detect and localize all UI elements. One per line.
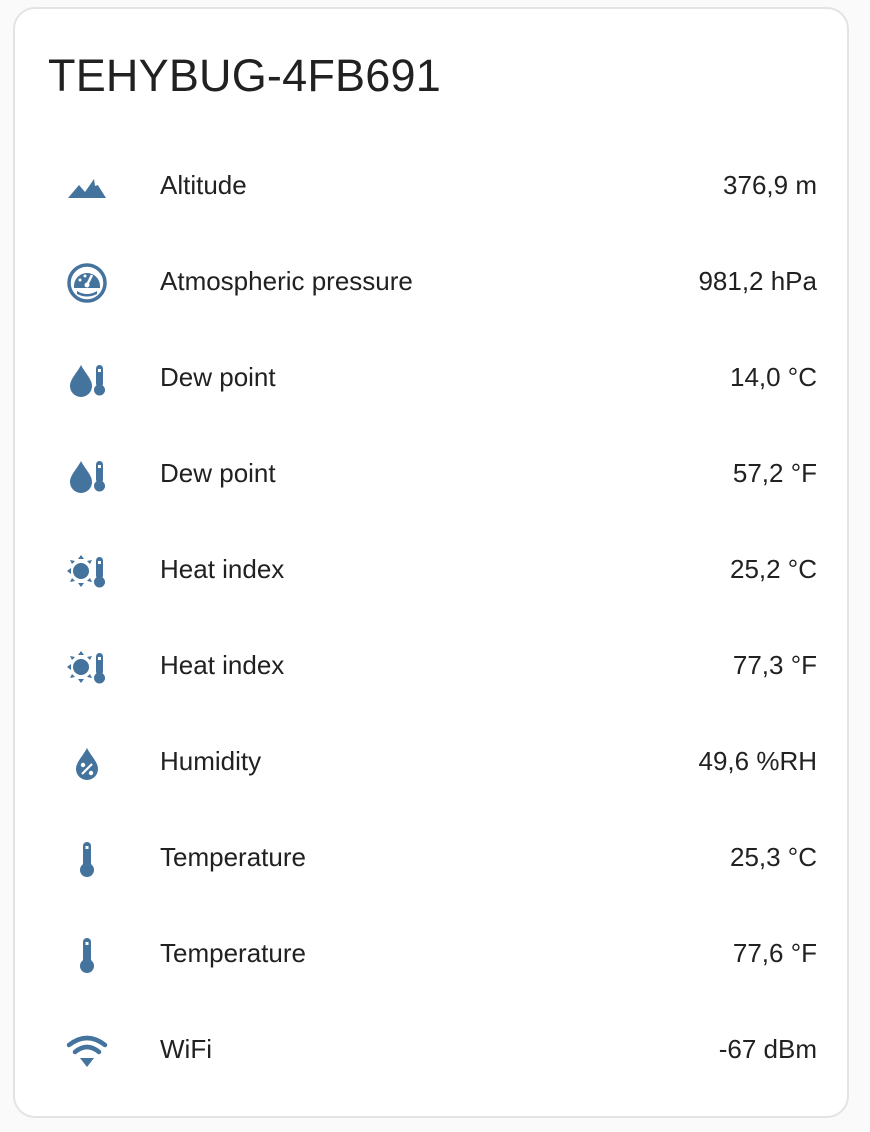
gauge-icon	[65, 261, 109, 305]
entity-row-dew-point-c[interactable]: Dew point 14,0 °C	[15, 329, 847, 425]
entity-row-heat-index-c[interactable]: Heat index 25,2 °C	[15, 521, 847, 617]
mountain-icon	[65, 165, 109, 209]
entity-row-humidity[interactable]: Humidity 49,6 %RH	[15, 713, 847, 809]
entity-name: Atmospheric pressure	[160, 266, 413, 296]
water-thermometer-icon	[65, 453, 109, 497]
entity-value: -67 dBm	[718, 1034, 817, 1064]
entity-value: 14,0 °C	[729, 362, 817, 392]
entity-name: WiFi	[160, 1034, 212, 1064]
entity-name: Temperature	[160, 938, 306, 968]
water-percent-icon	[65, 741, 109, 785]
entity-value: 981,2 hPa	[698, 266, 817, 296]
entity-name: Dew point	[160, 458, 276, 488]
entity-value: 25,2 °C	[729, 554, 817, 584]
entity-row-temperature-c[interactable]: Temperature 25,3 °C	[15, 809, 847, 905]
entity-value: 57,2 °F	[732, 458, 817, 488]
entity-value: 49,6 %RH	[698, 746, 818, 776]
entity-name: Humidity	[160, 746, 262, 776]
water-thermometer-icon	[65, 357, 109, 401]
entity-row-temperature-f[interactable]: Temperature 77,6 °F	[15, 905, 847, 1001]
entity-name: Dew point	[160, 362, 276, 392]
entity-row-wifi[interactable]: WiFi -67 dBm	[15, 1001, 847, 1097]
entity-row-atmospheric-pressure[interactable]: Atmospheric pressure 981,2 hPa	[15, 233, 847, 329]
entities-card: TEHYBUG-4FB691 Altitude 376,9 m Atmosphe…	[13, 7, 849, 1118]
entity-list: Altitude 376,9 m Atmospheric pressure 98…	[15, 137, 847, 1097]
entity-value: 77,6 °F	[732, 938, 817, 968]
entity-value: 376,9 m	[723, 170, 817, 200]
sun-thermometer-icon	[65, 645, 109, 689]
entity-name: Altitude	[160, 170, 247, 200]
entity-name: Temperature	[160, 842, 306, 872]
wifi-icon	[65, 1029, 109, 1073]
entity-row-dew-point-f[interactable]: Dew point 57,2 °F	[15, 425, 847, 521]
card-title: TEHYBUG-4FB691	[48, 50, 441, 101]
entity-value: 77,3 °F	[732, 650, 817, 680]
entity-row-altitude[interactable]: Altitude 376,9 m	[15, 137, 847, 233]
entity-value: 25,3 °C	[729, 842, 817, 872]
thermometer-icon	[65, 837, 109, 881]
thermometer-icon	[65, 933, 109, 977]
sun-thermometer-icon	[65, 549, 109, 593]
entity-name: Heat index	[160, 650, 285, 680]
entity-row-heat-index-f[interactable]: Heat index 77,3 °F	[15, 617, 847, 713]
entity-name: Heat index	[160, 554, 285, 584]
